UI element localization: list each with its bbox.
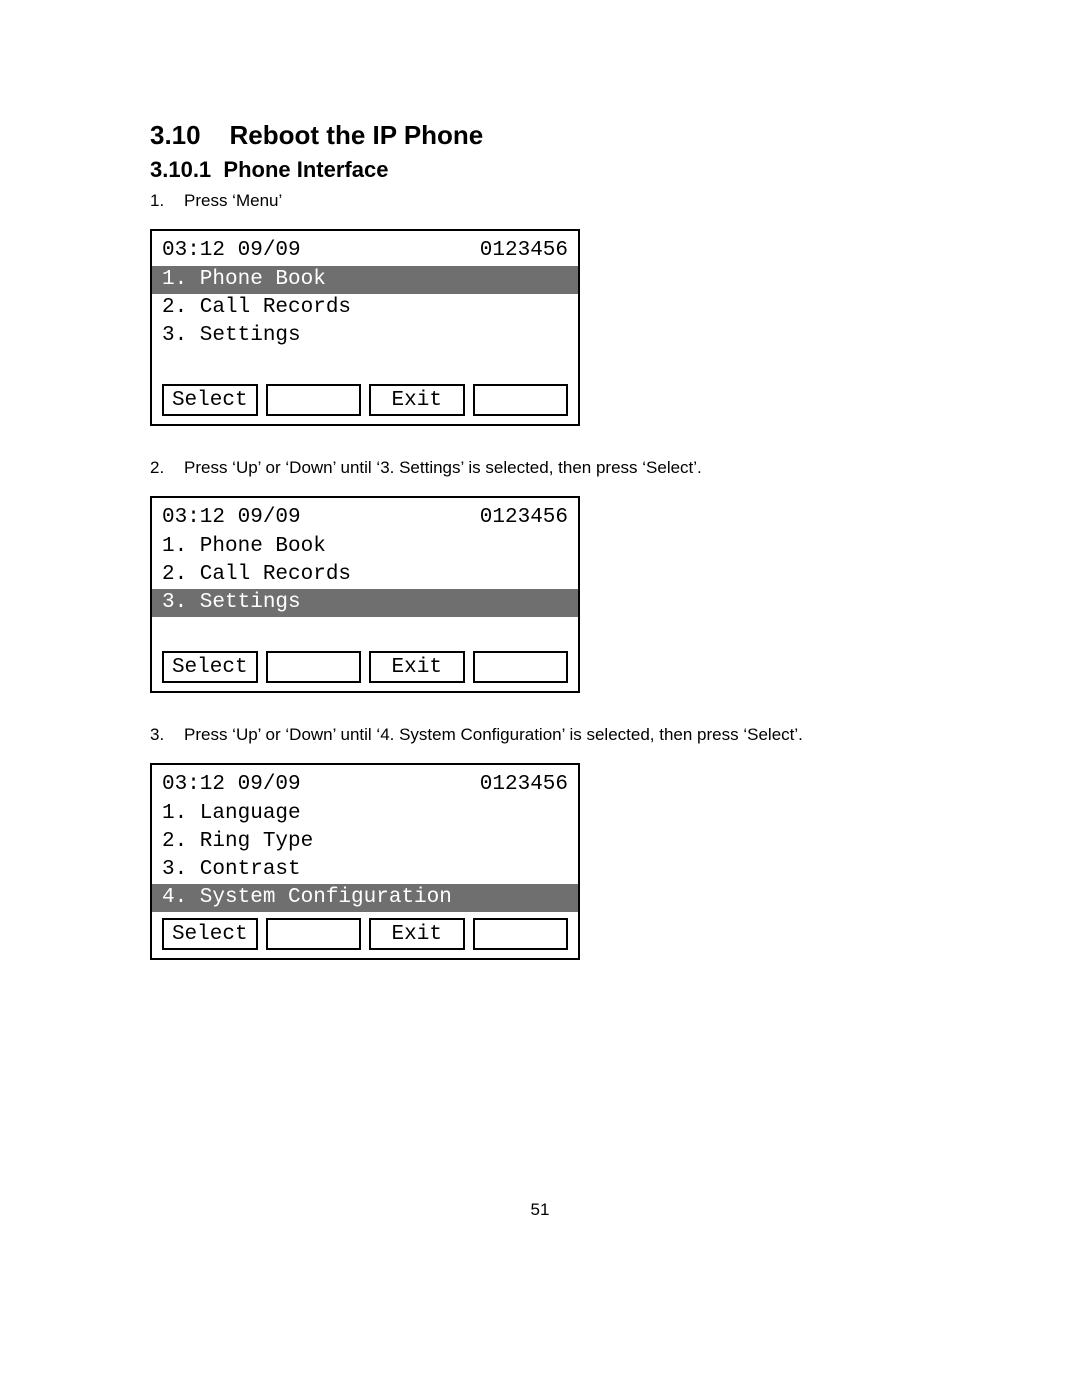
phone-screen-3: 03:12 09/09 0123456 1. Language 2. Ring …	[150, 763, 580, 960]
softkey-exit: Exit	[369, 651, 465, 683]
menu-item-language: 1. Language	[152, 800, 578, 828]
menu-item-call-records: 2. Call Records	[152, 561, 578, 589]
menu-item-settings: 3. Settings	[152, 322, 578, 350]
clock-text: 03:12 09/09	[162, 239, 301, 262]
softkey-blank	[473, 918, 569, 950]
section-heading: 3.10 Reboot the IP Phone	[150, 120, 930, 151]
softkey-select: Select	[162, 651, 258, 683]
step-text: Press ‘Up’ or ‘Down’ until ‘4. System Co…	[184, 725, 930, 745]
softkey-exit: Exit	[369, 918, 465, 950]
step-number: 3.	[150, 725, 184, 745]
step-number: 1.	[150, 191, 184, 211]
step-3: 3. Press ‘Up’ or ‘Down’ until ‘4. System…	[150, 725, 930, 745]
screen-topbar: 03:12 09/09 0123456	[152, 239, 578, 266]
softkey-row: Select Exit	[152, 378, 578, 416]
softkey-row: Select Exit	[152, 645, 578, 683]
softkey-select: Select	[162, 918, 258, 950]
extension-number: 0123456	[480, 773, 568, 796]
softkey-blank	[473, 384, 569, 416]
softkey-blank	[266, 651, 362, 683]
menu-item-call-records: 2. Call Records	[152, 294, 578, 322]
clock-text: 03:12 09/09	[162, 773, 301, 796]
menu-item-phone-book: 1. Phone Book	[152, 266, 578, 294]
menu-item-settings: 3. Settings	[152, 589, 578, 617]
menu-item-phone-book: 1. Phone Book	[152, 533, 578, 561]
menu-list: 1. Phone Book 2. Call Records 3. Setting…	[152, 533, 578, 645]
step-text: Press ‘Up’ or ‘Down’ until ‘3. Settings’…	[184, 458, 930, 478]
menu-item-ring-type: 2. Ring Type	[152, 828, 578, 856]
menu-list: 1. Language 2. Ring Type 3. Contrast 4. …	[152, 800, 578, 912]
extension-number: 0123456	[480, 506, 568, 529]
section-number: 3.10	[150, 120, 201, 150]
section-title: Reboot the IP Phone	[230, 120, 484, 150]
step-1: 1. Press ‘Menu’	[150, 191, 930, 211]
softkey-exit: Exit	[369, 384, 465, 416]
phone-screen-1: 03:12 09/09 0123456 1. Phone Book 2. Cal…	[150, 229, 580, 426]
softkey-select: Select	[162, 384, 258, 416]
softkey-row: Select Exit	[152, 912, 578, 950]
step-2: 2. Press ‘Up’ or ‘Down’ until ‘3. Settin…	[150, 458, 930, 478]
softkey-blank	[473, 651, 569, 683]
menu-item-system-configuration: 4. System Configuration	[152, 884, 578, 912]
softkey-blank	[266, 918, 362, 950]
step-text: Press ‘Menu’	[184, 191, 930, 211]
screen-topbar: 03:12 09/09 0123456	[152, 506, 578, 533]
menu-item-contrast: 3. Contrast	[152, 856, 578, 884]
subsection-number: 3.10.1	[150, 157, 211, 182]
menu-list: 1. Phone Book 2. Call Records 3. Setting…	[152, 266, 578, 378]
subsection-title: Phone Interface	[223, 157, 388, 182]
clock-text: 03:12 09/09	[162, 506, 301, 529]
extension-number: 0123456	[480, 239, 568, 262]
phone-screen-2: 03:12 09/09 0123456 1. Phone Book 2. Cal…	[150, 496, 580, 693]
screen-topbar: 03:12 09/09 0123456	[152, 773, 578, 800]
softkey-blank	[266, 384, 362, 416]
page-number: 51	[150, 1200, 930, 1220]
step-number: 2.	[150, 458, 184, 478]
subsection-heading: 3.10.1 Phone Interface	[150, 157, 930, 183]
